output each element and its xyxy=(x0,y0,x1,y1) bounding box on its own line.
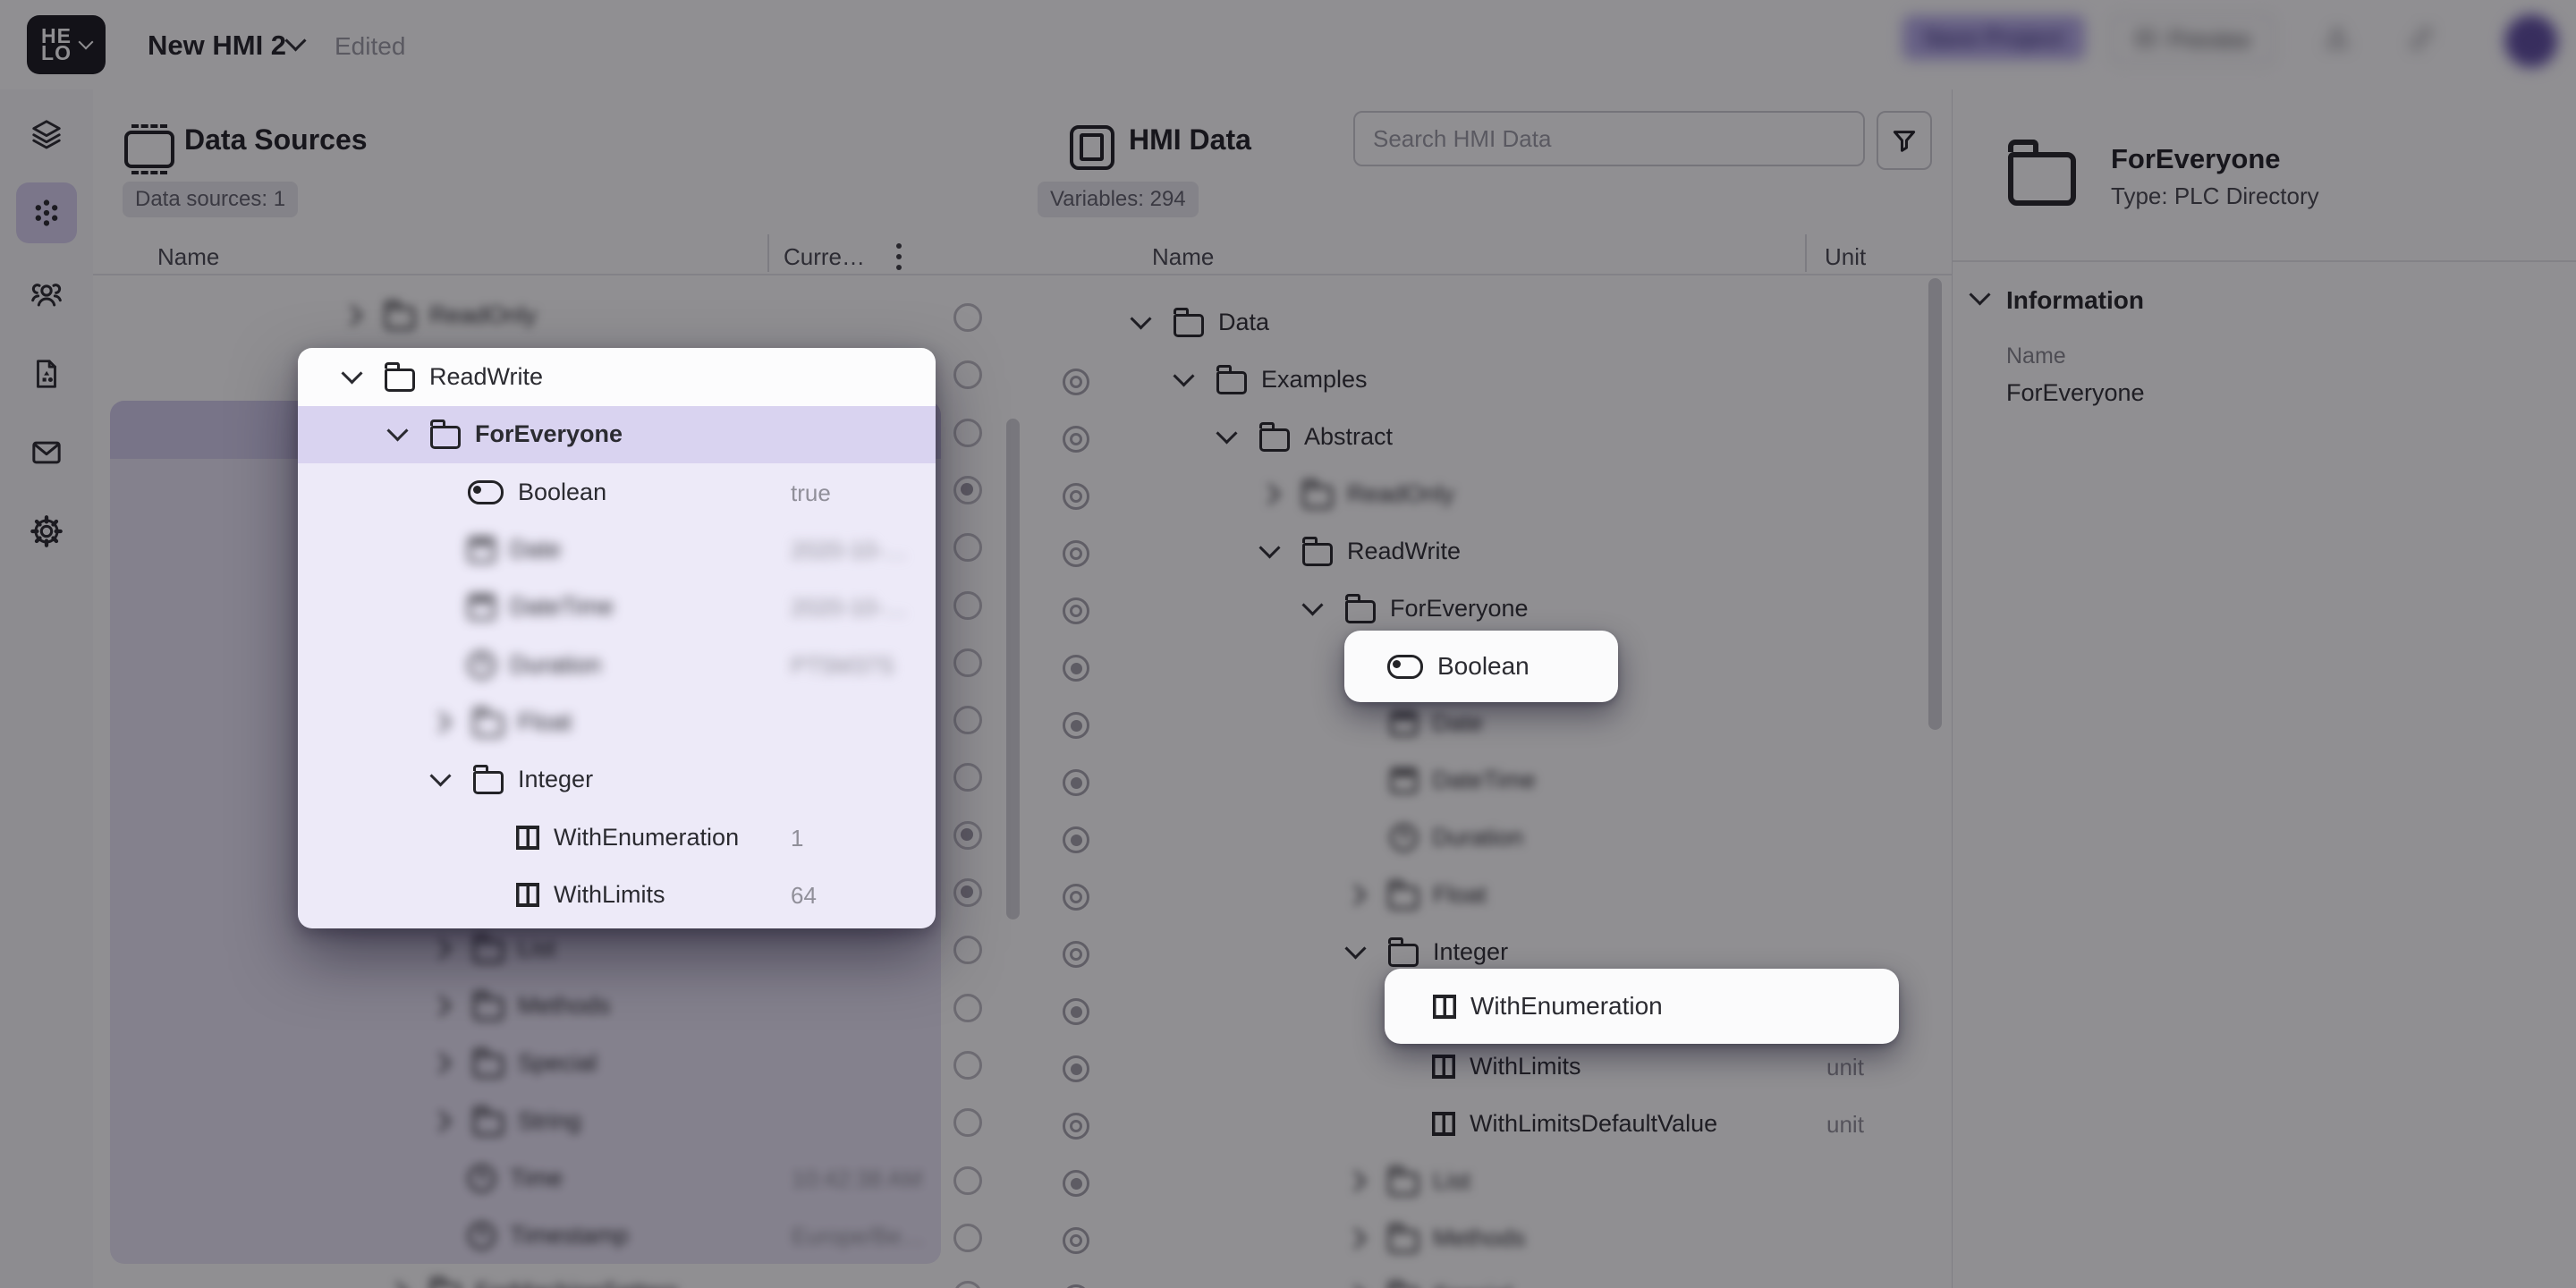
calendar-icon xyxy=(468,537,496,563)
clock-icon xyxy=(468,651,496,679)
integer-type-icon xyxy=(516,826,539,850)
integer-type-icon xyxy=(1433,995,1456,1019)
drop-preview-withenumeration[interactable]: WithEnumeration xyxy=(1385,969,1899,1044)
integer-type-icon xyxy=(516,883,539,907)
chevron-down-icon xyxy=(429,765,451,786)
drag-row-integer: Integer xyxy=(433,750,593,808)
drag-row-datetime: DateTime xyxy=(468,578,614,635)
folder-icon xyxy=(473,714,504,737)
drag-row-date: Date xyxy=(468,521,561,578)
calendar-icon xyxy=(468,594,496,620)
drag-row-boolean: Boolean xyxy=(468,463,606,521)
drag-value-boolean: true xyxy=(791,479,831,507)
drag-row-float: Float xyxy=(433,693,572,750)
drag-value-date: 2020-10-… xyxy=(791,537,907,564)
chevron-down-icon xyxy=(386,419,408,441)
drag-value-duration: PT5M37S xyxy=(791,652,894,680)
drag-value-withenumeration: 1 xyxy=(791,825,803,852)
chevron-down-icon xyxy=(341,362,362,384)
drag-row-foreveryone: ForEveryone xyxy=(390,405,623,462)
folder-icon xyxy=(430,426,461,449)
folder-icon xyxy=(385,369,415,392)
drag-value-withlimits: 64 xyxy=(791,882,817,910)
drag-preview-card[interactable]: ReadWrite ForEveryone Boolean true Date … xyxy=(298,348,936,928)
toggle-icon xyxy=(1387,655,1423,679)
chevron-right-icon xyxy=(429,711,451,733)
drag-row-duration: Duration xyxy=(468,636,601,693)
app-root: HE LO New HMI 2 Edited Save Project Prev… xyxy=(0,0,2576,1288)
drop-preview-boolean[interactable]: Boolean xyxy=(1344,631,1618,702)
drag-row-withlimits: WithLimits xyxy=(516,866,665,923)
drag-value-datetime: 2020-10-… xyxy=(791,594,907,622)
drag-row-readwrite: ReadWrite xyxy=(344,348,543,405)
drag-row-withenumeration: WithEnumeration xyxy=(516,809,739,866)
toggle-icon xyxy=(468,480,504,504)
folder-icon xyxy=(473,771,504,794)
